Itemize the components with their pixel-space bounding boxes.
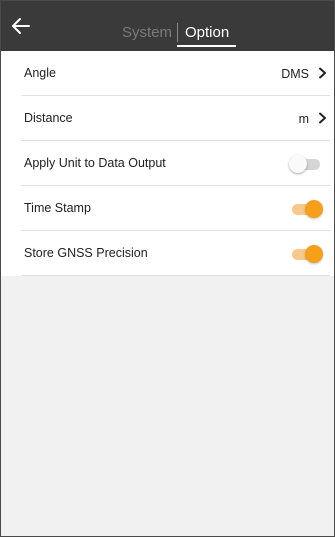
apply-unit-toggle[interactable] — [289, 154, 323, 173]
arrow-left-icon — [12, 18, 30, 34]
setting-row-angle[interactable]: Angle DMS — [1, 51, 334, 96]
setting-row-store-gnss-precision: Store GNSS Precision — [1, 231, 334, 276]
tab-option[interactable]: Option — [185, 24, 229, 42]
tab-system[interactable]: System — [122, 24, 172, 42]
chevron-right-icon — [319, 67, 326, 79]
top-bar: System Option — [1, 1, 334, 51]
setting-row-apply-unit: Apply Unit to Data Output — [1, 141, 334, 186]
setting-row-time-stamp: Time Stamp — [1, 186, 334, 231]
setting-value: DMS — [281, 67, 309, 81]
setting-row-distance[interactable]: Distance m — [1, 96, 334, 141]
setting-label: Distance — [24, 111, 73, 125]
toggle-knob — [289, 155, 307, 173]
toggle-knob — [305, 245, 323, 263]
setting-label: Store GNSS Precision — [24, 246, 148, 260]
setting-value: m — [298, 112, 309, 126]
settings-list: Angle DMS Distance m Apply Unit to Data … — [1, 51, 334, 276]
active-tab-indicator — [177, 45, 236, 47]
back-button[interactable] — [9, 16, 33, 36]
toggle-knob — [305, 200, 323, 218]
tab-divider — [177, 23, 178, 42]
setting-label: Angle — [24, 66, 56, 80]
settings-screen: System Option Angle DMS Distance m Apply… — [0, 0, 335, 537]
store-gnss-precision-toggle[interactable] — [289, 244, 323, 263]
chevron-right-icon — [319, 112, 326, 124]
setting-label: Time Stamp — [24, 201, 91, 215]
setting-label: Apply Unit to Data Output — [24, 156, 166, 170]
time-stamp-toggle[interactable] — [289, 199, 323, 218]
